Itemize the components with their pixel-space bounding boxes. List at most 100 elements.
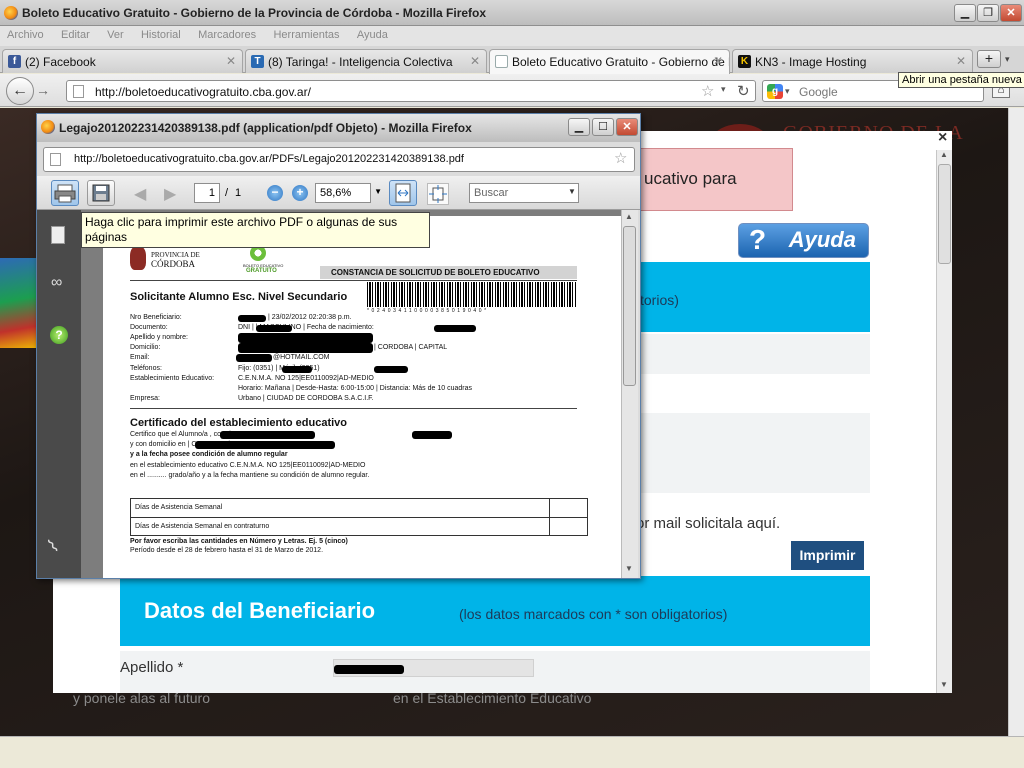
popup-address-bar[interactable]: http://boletoeducativogratuito.cba.gov.a… [43,147,635,172]
menu-historial[interactable]: Historial [134,26,188,41]
datos-note: (los datos marcados con * son obligatori… [459,606,728,622]
zoom-select[interactable]: 58,6% ▼ [315,183,382,203]
tab-kn3[interactable]: K KN3 - Image Hosting ✕ [732,49,973,73]
redaction [195,441,335,449]
pdf-scrollbar[interactable]: ▲ ▼ [621,210,638,578]
close-tab-icon[interactable]: ✕ [226,54,236,68]
help-icon: ? [749,224,767,255]
next-page-icon[interactable]: ▶ [164,184,176,204]
cert-line: y a la fecha posee condición de alumno r… [130,451,288,458]
tab-label: (8) Taringa! - Inteligencia Colectiva [268,55,453,69]
field-label: Empresa: [130,395,160,402]
note-line: Por favor escriba las cantidades en Núme… [130,538,348,545]
redaction [282,366,312,373]
popup-minimize-button[interactable]: ▁ [568,118,590,136]
help-icon[interactable]: ? [50,326,68,344]
fit-width-button[interactable] [389,180,417,206]
binoculars-icon[interactable]: ∞ [51,274,62,292]
forward-icon[interactable]: → [36,82,50,98]
close-tab-icon[interactable]: ✕ [713,54,723,68]
cert-line: en el establecimiento educativo C.E.N.M.… [130,462,366,469]
mail-text[interactable]: or mail solicitala aquí. [636,515,780,532]
table-divider [549,499,550,535]
menu-editar[interactable]: Editar [54,26,97,41]
save-button[interactable] [87,180,115,206]
scroll-thumb[interactable] [938,164,951,264]
zoom-in-icon[interactable]: + [292,185,308,201]
close-window-button[interactable]: ✕ [1000,4,1022,22]
new-tab-button[interactable]: + [977,50,1001,68]
field-label: Nro Beneficiario: [130,314,182,321]
menu-herramientas[interactable]: Herramientas [266,26,346,41]
pdf-popup-window: Legajo201202231420389138.pdf (applicatio… [36,113,641,579]
history-dropdown-icon[interactable]: ▾ [721,84,726,95]
bookmark-star-icon[interactable]: ☆ [701,82,714,100]
title-bar: Boleto Educativo Gratuito - Gobierno de … [0,0,1024,26]
scroll-thumb[interactable] [623,226,636,386]
field-value: C.E.N.M.A. NO 125|EE0110092|AD-MEDIO [238,375,374,382]
close-tab-icon[interactable]: ✕ [956,54,966,68]
search-placeholder: Google [799,85,838,99]
scroll-up-icon[interactable]: ▲ [625,212,633,221]
table-row: Días de Asistencia Semanal [135,504,223,511]
new-tab-tooltip: Abrir una pestaña nueva [898,72,1024,88]
zoom-value: 58,6% [320,187,352,199]
field-label: Apellido y nombre: [130,334,188,341]
cert-text: Certifico que el Alumno/a , con document… [130,431,590,491]
field-value: @HOTMAIL.COM [273,354,330,361]
print-button[interactable] [51,180,79,206]
fit-page-button[interactable] [427,183,449,205]
tab-facebook[interactable]: f (2) Facebook ✕ [2,49,243,73]
attachment-icon[interactable]: ⌇ [44,535,63,557]
scroll-down-icon[interactable]: ▼ [625,564,633,573]
page-scrollbar[interactable] [1008,108,1024,736]
back-icon[interactable]: ← [6,77,34,105]
popup-title-bar: Legajo201202231420389138.pdf (applicatio… [37,114,640,142]
menu-marcadores[interactable]: Marcadores [191,26,263,41]
page-number-input[interactable]: 1 [194,183,220,203]
minimize-button[interactable]: ▁ [954,4,976,22]
address-bar[interactable]: http://boletoeducativogratuito.cba.gov.a… [66,80,756,102]
ayuda-button[interactable]: ? Ayuda [738,223,869,258]
popup-maximize-button[interactable]: ☐ [592,118,614,136]
navigation-bar: ← → http://boletoeducativogratuito.cba.g… [0,72,1024,107]
close-tab-icon[interactable]: ✕ [470,54,480,68]
ayuda-label: Ayuda [788,227,856,252]
scroll-up-icon[interactable]: ▲ [940,150,948,159]
scroll-down-icon[interactable]: ▼ [940,680,948,689]
bookmark-star-icon[interactable]: ☆ [614,149,627,167]
redaction [434,325,476,332]
solicitante-heading: Solicitante Alumno Esc. Nivel Secundario [130,291,348,303]
tab-label: Boleto Educativo Gratuito - Gobierno de … [512,55,730,69]
redaction [334,665,404,674]
constancia-banner: CONSTANCIA DE SOLICITUD DE BOLETO EDUCAT… [320,266,577,279]
reload-icon[interactable]: ↻ [737,82,750,100]
close-lightbox-button[interactable]: × [938,129,947,147]
zoom-out-icon[interactable]: − [267,185,283,201]
menu-archivo[interactable]: Archivo [0,26,51,41]
alert-box: ucativo para [640,148,793,211]
menu-ayuda[interactable]: Ayuda [350,26,395,41]
search-dropdown-icon[interactable]: ▼ [568,187,576,196]
pages-icon[interactable] [51,226,65,244]
tab-taringa[interactable]: T (8) Taringa! - Inteligencia Colectiva … [245,49,487,73]
tab-boleto[interactable]: Boleto Educativo Gratuito - Gobierno de … [489,49,730,74]
logo-boleto-line2: GRATUITO [246,268,277,274]
popup-close-button[interactable]: ✕ [616,118,638,136]
menu-ver[interactable]: Ver [100,26,131,41]
apellido-input[interactable] [333,659,534,677]
table-row: Días de Asistencia Semanal en contraturn… [135,523,270,530]
pdf-toolbar: ◀ ▶ 1 / 1 − + 58,6% ▼ Buscar ▼ [37,176,640,210]
list-tabs-icon[interactable]: ▾ [1005,54,1010,65]
redaction [238,333,373,343]
header-band-fragment: torios) [640,262,870,332]
lightbox-scrollbar[interactable]: ▲ ▼ [936,150,952,693]
pdf-search-input[interactable]: Buscar ▼ [469,183,579,203]
field-value: | 23/02/2012 02:20:38 p.m. [268,314,352,321]
firefox-icon [41,120,55,134]
zoom-dropdown-icon[interactable]: ▼ [374,187,382,196]
engine-dropdown-icon[interactable]: ▾ [785,86,790,97]
maximize-button[interactable]: ❐ [977,4,999,22]
imprimir-button[interactable]: Imprimir [791,541,864,570]
previous-page-icon[interactable]: ◀ [134,184,146,204]
